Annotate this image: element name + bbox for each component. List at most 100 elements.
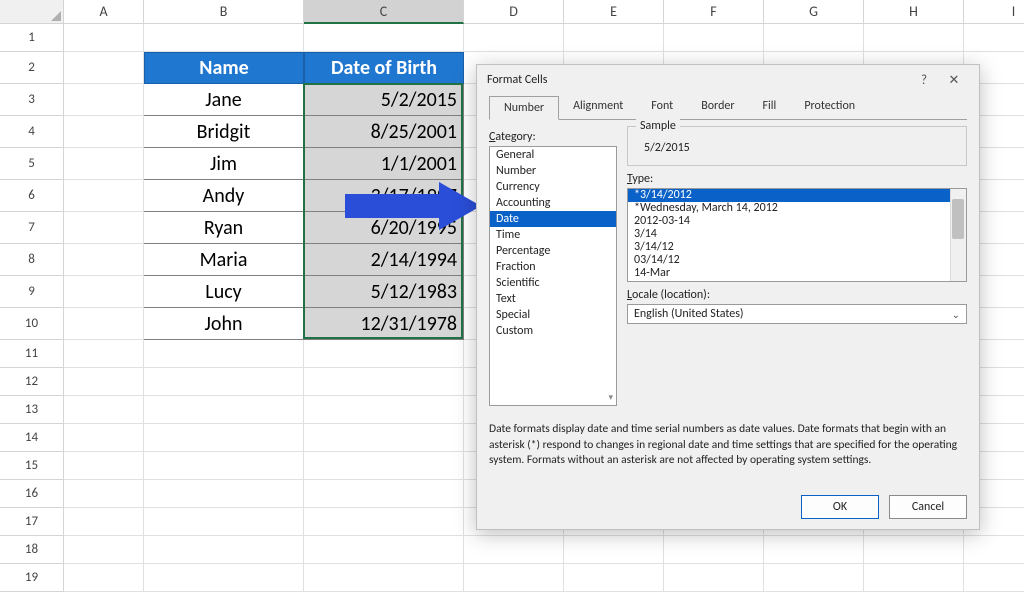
cell-C16[interactable] (304, 480, 464, 508)
category-item[interactable]: Special (490, 307, 616, 323)
cell-A4[interactable] (64, 116, 144, 148)
cell-A13[interactable] (64, 396, 144, 424)
cell-B3[interactable]: Jane (144, 84, 304, 116)
cell-A19[interactable] (64, 564, 144, 592)
cell-F19[interactable] (664, 564, 764, 592)
cell-B16[interactable] (144, 480, 304, 508)
cell-A8[interactable] (64, 244, 144, 276)
tab-number[interactable]: Number (489, 96, 559, 120)
col-header-A[interactable]: A (64, 0, 144, 24)
cell-G1[interactable] (764, 24, 864, 52)
cell-C6[interactable]: 3/17/1997 (304, 180, 464, 212)
cell-I19[interactable] (964, 564, 1024, 592)
cell-B7[interactable]: Ryan (144, 212, 304, 244)
cell-D1[interactable] (464, 24, 564, 52)
row-header[interactable]: 17 (0, 508, 64, 536)
select-all-corner[interactable] (0, 0, 64, 24)
category-item[interactable]: Number (490, 163, 616, 179)
cell-B1[interactable] (144, 24, 304, 52)
cell-A16[interactable] (64, 480, 144, 508)
cell-B11[interactable] (144, 340, 304, 368)
cell-E1[interactable] (564, 24, 664, 52)
type-item[interactable]: 3/14 (628, 228, 966, 241)
type-item[interactable]: 14-Mar (628, 267, 966, 280)
cell-I1[interactable] (964, 24, 1024, 52)
row-header[interactable]: 10 (0, 308, 64, 340)
cell-D19[interactable] (464, 564, 564, 592)
cell-D18[interactable] (464, 536, 564, 564)
cell-E19[interactable] (564, 564, 664, 592)
row-header[interactable]: 18 (0, 536, 64, 564)
row-header[interactable]: 5 (0, 148, 64, 180)
category-item[interactable]: Scientific (490, 275, 616, 291)
cell-A10[interactable] (64, 308, 144, 340)
cell-A2[interactable] (64, 52, 144, 84)
cell-C13[interactable] (304, 396, 464, 424)
cell-C17[interactable] (304, 508, 464, 536)
cell-B9[interactable]: Lucy (144, 276, 304, 308)
category-item[interactable]: Currency (490, 179, 616, 195)
cell-H18[interactable] (864, 536, 964, 564)
cell-H19[interactable] (864, 564, 964, 592)
help-icon[interactable]: ? (909, 73, 939, 88)
cell-A11[interactable] (64, 340, 144, 368)
row-header[interactable]: 15 (0, 452, 64, 480)
close-icon[interactable]: ✕ (939, 73, 969, 88)
cell-C8[interactable]: 2/14/1994 (304, 244, 464, 276)
cell-C5[interactable]: 1/1/2001 (304, 148, 464, 180)
row-header[interactable]: 11 (0, 340, 64, 368)
row-header[interactable]: 1 (0, 24, 64, 52)
cell-B17[interactable] (144, 508, 304, 536)
cell-C9[interactable]: 5/12/1983 (304, 276, 464, 308)
cell-C12[interactable] (304, 368, 464, 396)
category-item[interactable]: General (490, 147, 616, 163)
cell-B5[interactable]: Jim (144, 148, 304, 180)
col-header-C[interactable]: C (304, 0, 464, 24)
cell-A6[interactable] (64, 180, 144, 212)
row-header[interactable]: 3 (0, 84, 64, 116)
col-header-B[interactable]: B (144, 0, 304, 24)
category-item[interactable]: Fraction (490, 259, 616, 275)
cell-A15[interactable] (64, 452, 144, 480)
tab-border[interactable]: Border (687, 95, 748, 119)
row-header[interactable]: 2 (0, 52, 64, 84)
row-header[interactable]: 12 (0, 368, 64, 396)
cell-B18[interactable] (144, 536, 304, 564)
scrollbar-thumb[interactable] (952, 199, 964, 239)
cell-B2[interactable]: Name (144, 52, 304, 84)
category-item[interactable]: Percentage (490, 243, 616, 259)
cell-B12[interactable] (144, 368, 304, 396)
cell-A17[interactable] (64, 508, 144, 536)
cell-A5[interactable] (64, 148, 144, 180)
cell-A1[interactable] (64, 24, 144, 52)
row-header[interactable]: 9 (0, 276, 64, 308)
cell-E18[interactable] (564, 536, 664, 564)
cell-B15[interactable] (144, 452, 304, 480)
cell-G19[interactable] (764, 564, 864, 592)
type-listbox[interactable]: *3/14/2012*Wednesday, March 14, 20122012… (627, 188, 967, 282)
row-header[interactable]: 19 (0, 564, 64, 592)
type-item[interactable]: 2012-03-14 (628, 215, 966, 228)
cell-A3[interactable] (64, 84, 144, 116)
category-item[interactable]: Time (490, 227, 616, 243)
col-header-D[interactable]: D (464, 0, 564, 24)
cell-C2[interactable]: Date of Birth (304, 52, 464, 84)
row-header[interactable]: 13 (0, 396, 64, 424)
category-item[interactable]: Accounting (490, 195, 616, 211)
col-header-G[interactable]: G (764, 0, 864, 24)
cell-B14[interactable] (144, 424, 304, 452)
tab-alignment[interactable]: Alignment (559, 95, 637, 119)
cell-C18[interactable] (304, 536, 464, 564)
cell-B13[interactable] (144, 396, 304, 424)
row-header[interactable]: 14 (0, 424, 64, 452)
cell-B19[interactable] (144, 564, 304, 592)
cell-A14[interactable] (64, 424, 144, 452)
row-header[interactable]: 16 (0, 480, 64, 508)
cell-A18[interactable] (64, 536, 144, 564)
row-header[interactable]: 8 (0, 244, 64, 276)
cell-C19[interactable] (304, 564, 464, 592)
cell-A7[interactable] (64, 212, 144, 244)
cell-G18[interactable] (764, 536, 864, 564)
locale-combobox[interactable]: English (United States) ⌄ (627, 304, 967, 324)
category-item[interactable]: Date (490, 211, 616, 227)
